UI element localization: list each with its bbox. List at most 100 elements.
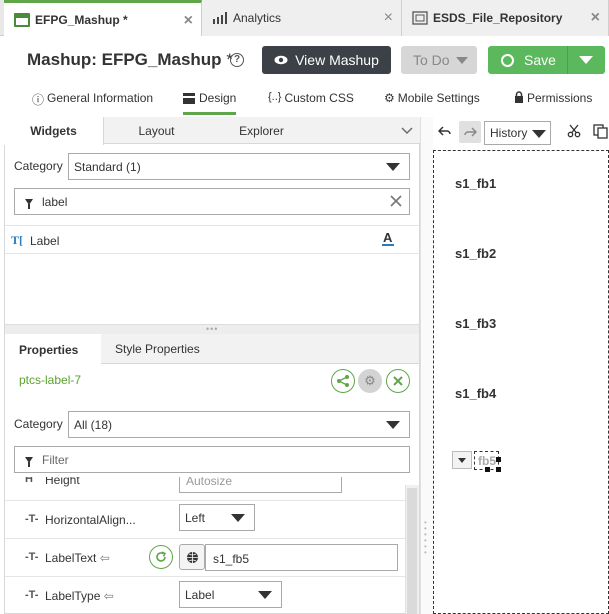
selected-widget-id: ptcs-label-7	[19, 373, 82, 387]
tab-label: EFPG_Mashup *	[35, 12, 128, 27]
page-title-text: Mashup: EFPG_Mashup	[27, 50, 222, 69]
category-select-value: Standard (1)	[74, 159, 141, 174]
widget-menu-caret[interactable]	[452, 451, 472, 469]
select-value: Left	[185, 510, 206, 525]
cut-scissors-icon[interactable]	[567, 124, 581, 141]
close-icon[interactable]: ×	[591, 10, 600, 26]
tab-mobile-settings[interactable]: ⚙ Mobile Settings	[384, 91, 480, 115]
property-category-select[interactable]: All (18)	[68, 411, 410, 438]
todo-button[interactable]: To Do	[401, 46, 477, 74]
category-label: Category	[14, 417, 63, 431]
resize-handle[interactable]	[496, 467, 501, 472]
resize-handle[interactable]	[485, 467, 490, 472]
clear-icon[interactable]	[389, 194, 403, 211]
resize-handle[interactable]	[496, 457, 501, 462]
widget-category-select[interactable]: Standard (1)	[68, 153, 410, 180]
tab-design[interactable]: Design	[183, 91, 237, 115]
property-row-label-text: -T- LabelText ⇦ s1_fb5	[5, 539, 405, 577]
text-property-icon: -T-	[25, 551, 39, 563]
globe-icon[interactable]	[179, 544, 205, 570]
tab-label: Custom CSS	[284, 91, 354, 105]
tab-analytics[interactable]: Analytics ×	[202, 0, 402, 36]
tab-esds-file-repository[interactable]: ESDS_File_Repository ×	[402, 0, 609, 36]
widget-panel-tabs: Widgets Layout Explorer	[4, 117, 420, 145]
category-select-value: All (18)	[74, 417, 113, 432]
canvas-label-widget[interactable]: s1_fb3	[455, 316, 496, 331]
drag-handle-icon[interactable]: •••	[206, 324, 218, 334]
tab-label: Mobile Settings	[397, 91, 480, 105]
remove-widget-icon[interactable]	[386, 369, 410, 393]
save-button[interactable]: Save	[488, 46, 605, 74]
lock-icon	[514, 91, 524, 106]
filter-placeholder: Filter	[42, 452, 69, 467]
filter-value: label	[42, 194, 68, 209]
save-dropdown-icon[interactable]	[579, 56, 593, 64]
refresh-binding-icon[interactable]	[149, 545, 173, 569]
widget-name: Label	[30, 234, 60, 248]
height-select[interactable]: Autosize	[179, 477, 342, 493]
caret-down-icon	[386, 421, 400, 429]
label-text-input[interactable]: s1_fb5	[205, 544, 398, 571]
select-value: Label	[185, 587, 215, 602]
mashup-canvas[interactable]	[433, 150, 609, 614]
horizontal-align-select[interactable]: Left	[179, 504, 255, 531]
scrollbar-thumb[interactable]	[407, 488, 417, 614]
widget-filter-input[interactable]: label	[14, 188, 410, 215]
tab-efpg-mashup[interactable]: EFPG_Mashup * ×	[4, 0, 202, 36]
tab-widgets[interactable]: Widgets	[4, 117, 104, 145]
bindable-arrow-icon: ⇦	[99, 551, 110, 565]
text-style-icon: A	[381, 230, 395, 251]
label-type-select[interactable]: Label	[179, 581, 282, 608]
property-name-text: LabelText	[45, 551, 97, 565]
tab-custom-css[interactable]: {..} Custom CSS	[268, 91, 354, 115]
redo-icon[interactable]	[459, 121, 481, 143]
view-mashup-button[interactable]: View Mashup	[262, 46, 391, 74]
tab-label: General Information	[47, 91, 154, 105]
property-list: H Height Autosize -T- HorizontalAlign...…	[5, 477, 405, 614]
tab-permissions[interactable]: Permissions	[514, 91, 592, 115]
list-item-label-widget[interactable]: T[ Label A	[5, 225, 419, 254]
tab-general-information[interactable]: ⓘ General Information	[32, 91, 153, 115]
tab-label: ESDS_File_Repository	[433, 11, 563, 25]
resize-handle-icon[interactable]: • • • • • •	[424, 519, 427, 557]
caret-down-icon	[458, 458, 466, 463]
svg-text:A: A	[383, 230, 393, 245]
property-name: LabelType ⇦	[45, 589, 114, 603]
undo-icon[interactable]	[437, 125, 451, 140]
property-row-horizontal-align: -T- HorizontalAlign... Left	[5, 501, 405, 539]
filter-funnel-icon	[25, 456, 33, 467]
tab-layout[interactable]: Layout	[104, 117, 209, 144]
chevron-down-icon[interactable]	[401, 124, 413, 138]
caret-down-icon	[532, 130, 546, 138]
canvas-label-widget[interactable]: s1_fb4	[455, 386, 496, 401]
help-icon[interactable]: ?	[230, 53, 244, 67]
property-filter-input[interactable]: Filter	[14, 446, 410, 473]
tab-style-properties[interactable]: Style Properties	[101, 334, 214, 364]
share-binding-icon[interactable]	[331, 369, 355, 393]
gear-icon[interactable]: ⚙	[358, 369, 382, 393]
filter-funnel-icon	[25, 198, 33, 209]
history-dropdown[interactable]: History	[484, 121, 551, 145]
text-label-icon: T[	[11, 233, 23, 247]
property-name: Height	[45, 477, 80, 487]
bindable-arrow-icon: ⇦	[103, 589, 114, 603]
tab-properties[interactable]: Properties	[5, 334, 101, 365]
canvas-toolbar: History	[433, 119, 609, 147]
canvas-label-widget[interactable]: s1_fb2	[455, 246, 496, 261]
gear-icon: ⚙	[384, 91, 395, 105]
selected-label-text: fb5	[478, 454, 496, 468]
properties-panel-tabs: Properties Style Properties	[5, 334, 419, 365]
tab-explorer[interactable]: Explorer	[209, 117, 314, 144]
selected-label-widget[interactable]: fb5	[474, 451, 501, 472]
close-icon[interactable]: ×	[184, 13, 193, 29]
caret-down-icon	[386, 163, 400, 171]
canvas-label-widget[interactable]: s1_fb1	[455, 176, 496, 191]
tab-label: Permissions	[527, 91, 593, 105]
property-name: HorizontalAlign...	[45, 513, 136, 527]
copy-icon[interactable]	[593, 124, 609, 142]
save-label: Save	[524, 52, 556, 68]
tab-label: Analytics	[233, 11, 282, 25]
close-icon[interactable]: ×	[384, 10, 393, 26]
text-property-icon: -T-	[25, 589, 39, 601]
todo-label: To Do	[413, 52, 450, 68]
